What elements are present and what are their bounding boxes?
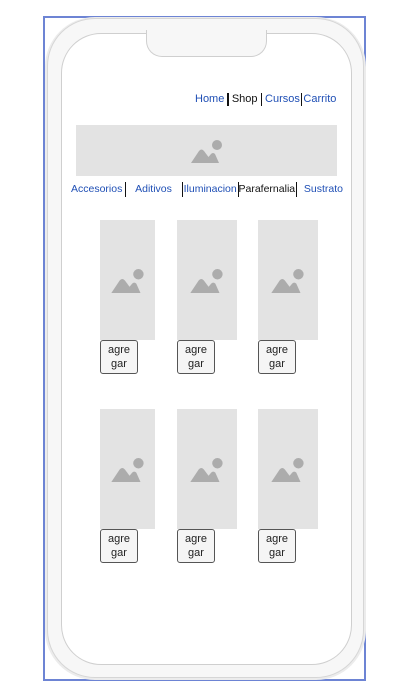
add-to-cart-button[interactable]: agre gar bbox=[100, 529, 138, 563]
nav-shop-link[interactable]: Shop bbox=[232, 93, 258, 105]
image-placeholder-icon bbox=[190, 268, 223, 293]
product-image bbox=[258, 409, 318, 529]
nav-carrito-link[interactable]: Carrito bbox=[303, 93, 336, 105]
category-navigation: Accesorios Aditivos Iluminacion Parafern… bbox=[71, 181, 343, 197]
add-to-cart-button[interactable]: agre gar bbox=[100, 340, 138, 374]
product-image bbox=[258, 220, 318, 340]
product-image bbox=[177, 220, 237, 340]
nav-divider bbox=[227, 92, 229, 106]
nav-divider bbox=[300, 92, 303, 106]
image-placeholder-icon bbox=[190, 139, 222, 163]
top-navigation: Home Shop Cursos Carrito bbox=[195, 92, 336, 106]
product-image bbox=[100, 409, 155, 529]
nav-cursos-link[interactable]: Cursos bbox=[265, 93, 300, 105]
category-divider bbox=[296, 181, 297, 197]
add-to-cart-button[interactable]: agre gar bbox=[177, 340, 215, 374]
product-image bbox=[177, 409, 237, 529]
nav-divider bbox=[260, 92, 263, 106]
category-aditivos-link[interactable]: Aditivos bbox=[135, 183, 172, 195]
image-placeholder-icon bbox=[110, 457, 144, 482]
category-parafernalia-link[interactable]: Parafernalia bbox=[239, 183, 296, 195]
add-to-cart-button[interactable]: agre gar bbox=[177, 529, 215, 563]
category-sustrato-link[interactable]: Sustrato bbox=[304, 183, 343, 195]
image-placeholder-icon bbox=[110, 268, 144, 293]
add-to-cart-button[interactable]: agre gar bbox=[258, 529, 296, 563]
image-placeholder-icon bbox=[190, 457, 223, 482]
banner-image bbox=[76, 125, 337, 176]
phone-notch-cover bbox=[147, 30, 266, 34]
category-divider bbox=[125, 181, 127, 197]
category-iluminacion-link[interactable]: Iluminacion bbox=[184, 183, 237, 195]
image-placeholder-icon bbox=[271, 457, 304, 482]
nav-home-link[interactable]: Home bbox=[195, 93, 224, 105]
category-divider bbox=[181, 181, 183, 197]
add-to-cart-button[interactable]: agre gar bbox=[258, 340, 296, 374]
product-image bbox=[100, 220, 155, 340]
phone-notch bbox=[146, 30, 267, 57]
image-placeholder-icon bbox=[271, 268, 304, 293]
category-accesorios-link[interactable]: Accesorios bbox=[71, 183, 122, 195]
